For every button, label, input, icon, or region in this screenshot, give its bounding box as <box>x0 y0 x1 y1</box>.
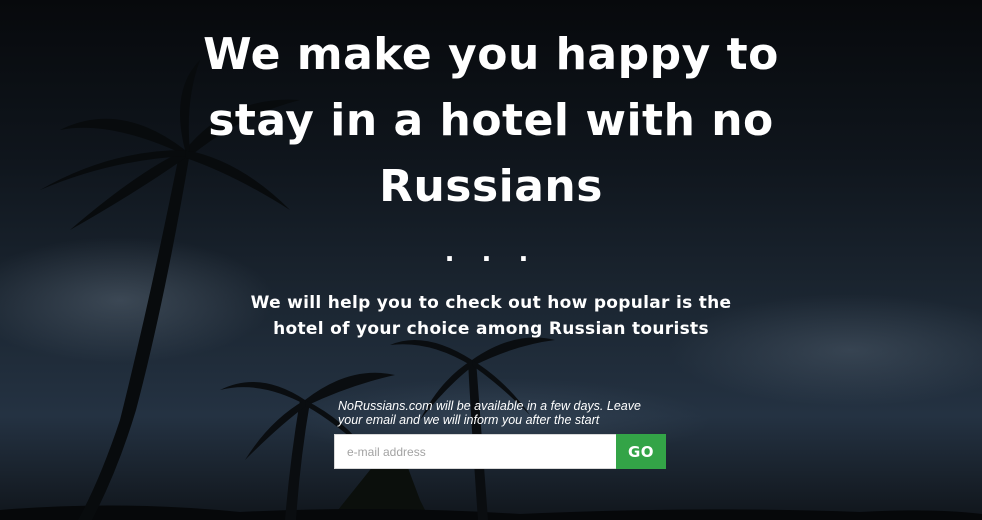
hero-headline: We make you happy to stay in a hotel wit… <box>0 22 982 220</box>
subheadline-line: We will help you to check out how popula… <box>250 293 732 313</box>
headline-line: Russians <box>379 161 603 212</box>
separator-dots: . . . <box>444 238 538 268</box>
foliage-silhouette <box>0 505 982 520</box>
notice-line: your email and we will inform you after … <box>338 413 600 427</box>
email-input[interactable] <box>334 434 616 469</box>
launch-notice: NoRussians.com will be available in a fe… <box>338 399 678 427</box>
headline-line: stay in a hotel with no <box>208 95 774 146</box>
hero-section: We make you happy to stay in a hotel wit… <box>0 0 982 520</box>
notice-line: NoRussians.com will be available in a fe… <box>338 399 641 413</box>
headline-line: We make you happy to <box>203 29 779 80</box>
go-button[interactable]: GO <box>616 434 666 469</box>
subheadline-line: hotel of your choice among Russian touri… <box>273 319 709 339</box>
email-signup-form: GO <box>334 434 666 469</box>
hero-subheadline: We will help you to check out how popula… <box>0 290 982 342</box>
